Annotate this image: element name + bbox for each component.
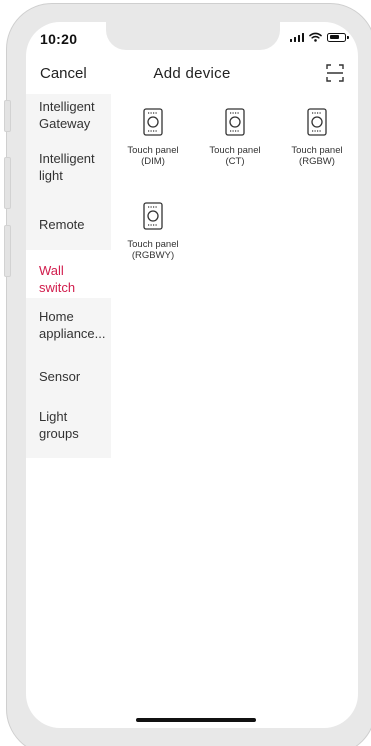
device-label: Touch panel (DIM) [127,145,179,167]
sidebar-item-intelligent-light[interactable]: Intelligent light [26,146,111,198]
touch-panel-icon [143,108,163,136]
sidebar-item-light-groups[interactable]: Light groups [26,400,111,458]
touch-panel-icon [225,108,245,136]
status-icons [289,32,349,42]
home-indicator[interactable] [136,718,256,722]
screenshot-canvas: 10:20 Cancel Add device Intelligent Gate… [0,0,371,746]
device-label: Touch panel (RGBWY) [127,239,179,261]
sidebar-item-home-appliance[interactable]: Home appliance... [26,298,111,352]
status-time: 10:20 [40,31,78,47]
wifi-icon [309,32,322,42]
battery-icon [327,32,349,42]
sidebar-item-sensor[interactable]: Sensor [26,352,111,400]
sidebar-item-label: Sensor [39,368,81,384]
device-tile-touch-panel-rgbwy[interactable]: Touch panel (RGBWY) [112,202,194,261]
header-bar: Cancel Add device [26,56,358,92]
sidebar-item-remote[interactable]: Remote [26,198,111,250]
notch [106,22,280,50]
touch-panel-icon [307,108,327,136]
volume-down-button [4,225,11,277]
device-tile-touch-panel-ct[interactable]: Touch panel (CT) [194,108,276,167]
mute-switch [4,100,11,132]
sidebar-item-label: Light groups [39,409,79,441]
signal-icon [289,32,304,42]
touch-panel-icon [143,202,163,230]
volume-up-button [4,157,11,209]
device-label: Touch panel (CT) [209,145,261,167]
device-tile-touch-panel-dim[interactable]: Touch panel (DIM) [112,108,194,167]
category-sidebar: Intelligent Gateway Intelligent light Re… [26,94,111,458]
sidebar-item-wall-switch[interactable]: Wall switch [26,250,111,298]
sidebar-item-label: Intelligent light [39,151,95,183]
scan-icon[interactable] [326,64,344,82]
sidebar-item-label: Wall switch [39,263,76,295]
sidebar-item-label: Home appliance... [39,309,106,341]
page-title: Add device [153,65,231,82]
device-tile-touch-panel-rgbw[interactable]: Touch panel (RGBW) [276,108,358,167]
device-label: Touch panel (RGBW) [291,145,343,167]
sidebar-item-label: Intelligent Gateway [39,99,95,131]
phone-screen: 10:20 Cancel Add device Intelligent Gate… [26,22,358,728]
sidebar-item-intelligent-gateway[interactable]: Intelligent Gateway [26,94,111,146]
sidebar-item-label: Remote [39,216,85,232]
